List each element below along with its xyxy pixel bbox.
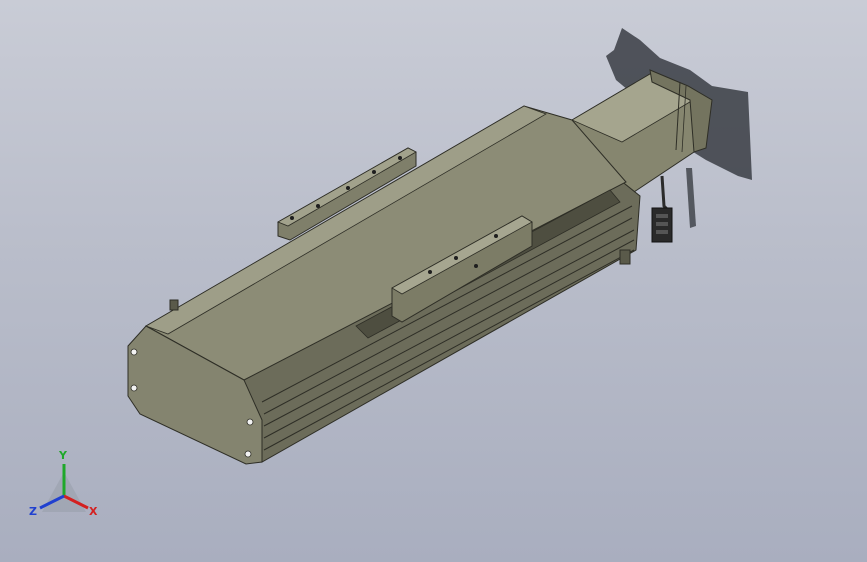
triad-z-label: Z [29,505,37,518]
connector-pin-3 [656,230,668,234]
motor-cable [660,175,670,212]
cable-shadow [686,168,696,228]
triad-x-label: X [89,505,98,518]
connector-pin-1 [656,214,668,218]
foot-right [619,249,631,265]
model-view[interactable] [0,0,867,562]
graphics-viewport[interactable]: Y X Z [0,0,867,562]
foot-left [169,299,179,311]
connector-pin-2 [656,222,668,226]
triad-y-label: Y [59,449,67,462]
coordinate-triad[interactable] [39,464,89,512]
